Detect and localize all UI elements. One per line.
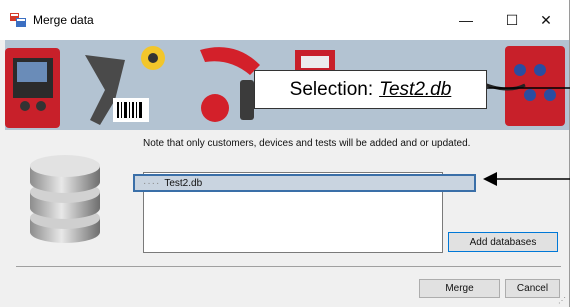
separator	[16, 266, 561, 267]
minimize-icon: —	[459, 12, 473, 28]
selection-callout: Selection: Test2.db	[254, 70, 487, 109]
list-item-label: Test2.db	[164, 177, 203, 189]
close-button[interactable]: ✕	[523, 0, 569, 40]
list-item[interactable]: ···· Test2.db	[133, 174, 476, 192]
merge-data-window: Merge data — ☐ ✕ Selection: Test2.db Not…	[0, 0, 570, 307]
arrow-icon	[483, 172, 570, 186]
merge-app-icon	[10, 13, 26, 27]
callout-prefix: Selection:	[289, 78, 374, 100]
maximize-icon: ☐	[505, 11, 519, 28]
merge-note: Note that only customers, devices and te…	[143, 138, 471, 149]
minimize-button[interactable]: —	[443, 0, 489, 40]
add-databases-button[interactable]: Add databases	[448, 232, 558, 252]
merge-button[interactable]: Merge	[419, 279, 500, 298]
arrow-icon	[487, 87, 570, 89]
window-title: Merge data	[33, 13, 94, 27]
database-icon	[30, 155, 100, 243]
tree-connector: ····	[143, 177, 161, 189]
close-icon: ✕	[540, 11, 552, 28]
resize-grip-icon[interactable]: ⋰	[558, 296, 566, 305]
callout-filename: Test2.db	[379, 78, 452, 100]
title-bar: Merge data — ☐ ✕	[0, 0, 569, 40]
cancel-button[interactable]: Cancel	[505, 279, 560, 298]
